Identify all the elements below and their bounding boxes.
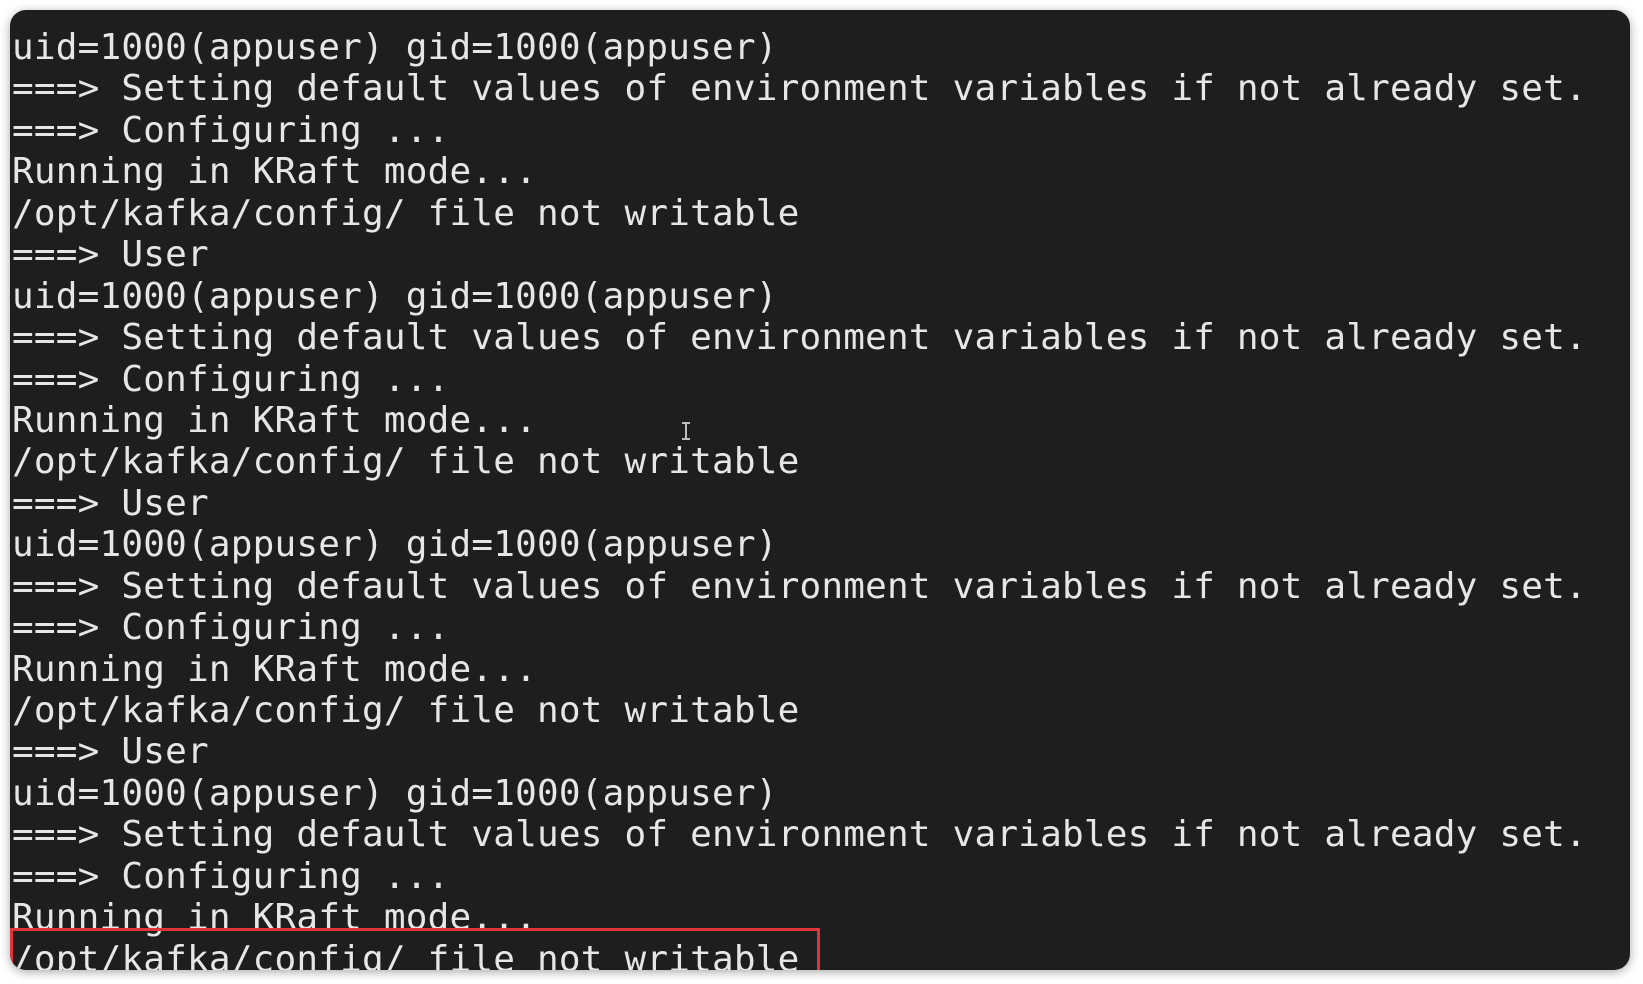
terminal-line: ===> Configuring ... bbox=[12, 607, 450, 649]
terminal-line: uid=1000(appuser) gid=1000(appuser) bbox=[12, 27, 778, 68]
terminal-line: uid=1000(appuser) gid=1000(appuser) bbox=[12, 524, 778, 566]
terminal-line: Running in KRaft mode... bbox=[12, 648, 537, 690]
terminal-line: ===> User bbox=[12, 234, 209, 276]
terminal-window[interactable]: uid=1000(appuser) gid=1000(appuser) ===> … bbox=[10, 10, 1630, 970]
terminal-line: ===> User bbox=[12, 482, 209, 524]
terminal-line: ===> Setting default values of environme… bbox=[12, 68, 1587, 110]
terminal-line-highlighted: /opt/kafka/config/ file not writable bbox=[12, 938, 800, 970]
terminal-line: ===> Configuring ... bbox=[12, 109, 450, 151]
text-cursor-icon bbox=[682, 422, 690, 440]
terminal-line: Running in KRaft mode... bbox=[12, 399, 537, 441]
clipped-previous-line bbox=[10, 10, 1630, 14]
terminal-line: ===> Setting default values of environme… bbox=[12, 814, 1587, 856]
terminal-line: /opt/kafka/config/ file not writable bbox=[12, 441, 800, 483]
terminal-line: uid=1000(appuser) gid=1000(appuser) bbox=[12, 772, 778, 814]
terminal-line: Running in KRaft mode... bbox=[12, 151, 537, 193]
terminal-line: ===> Setting default values of environme… bbox=[12, 317, 1587, 359]
terminal-line: Running in KRaft mode... bbox=[12, 897, 537, 939]
terminal-line: ===> Configuring ... bbox=[12, 855, 450, 897]
terminal-line: ===> Configuring ... bbox=[12, 358, 450, 400]
terminal-line: ===> User bbox=[12, 731, 209, 773]
terminal-output[interactable]: uid=1000(appuser) gid=1000(appuser) ===> … bbox=[12, 27, 1587, 970]
terminal-line: /opt/kafka/config/ file not writable bbox=[12, 690, 800, 731]
terminal-line: /opt/kafka/config/ file not writable bbox=[12, 192, 800, 234]
terminal-line: ===> Setting default values of environme… bbox=[12, 565, 1587, 607]
terminal-line: uid=1000(appuser) gid=1000(appuser) bbox=[12, 275, 778, 317]
